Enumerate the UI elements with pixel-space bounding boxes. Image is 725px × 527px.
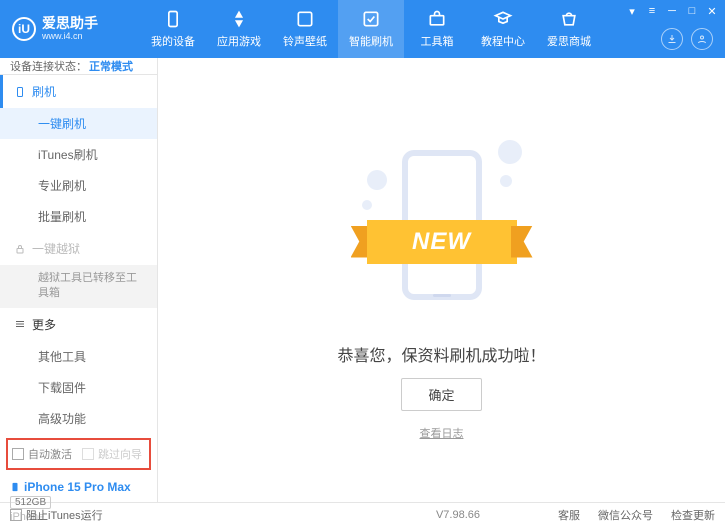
tutorial-icon: [493, 9, 513, 29]
jailbreak-moved-note: 越狱工具已转移至工具箱: [0, 265, 157, 308]
tab-label: 智能刷机: [349, 33, 393, 49]
logo-area: iU 爱思助手 www.i4.cn: [0, 16, 140, 41]
main-content: NEW 恭喜您，保资料刷机成功啦！ 确定 查看日志: [158, 58, 725, 502]
apps-icon: [229, 9, 249, 29]
user-button[interactable]: [691, 28, 713, 50]
success-illustration: NEW: [362, 130, 522, 330]
tab-flash[interactable]: 智能刷机: [338, 0, 404, 58]
grid-icon[interactable]: ≡: [645, 4, 659, 18]
new-ribbon: NEW: [367, 220, 517, 264]
tab-label: 应用游戏: [217, 33, 261, 49]
flash-icon: [361, 9, 381, 29]
phone-icon: [14, 86, 26, 98]
sidebar-item-download-fw[interactable]: 下载固件: [0, 372, 157, 403]
close-icon[interactable]: ✕: [705, 4, 719, 18]
device-icon: [163, 9, 183, 29]
window-controls: ▾ ≡ ─ □ ✕: [625, 4, 719, 18]
device-name[interactable]: iPhone 15 Pro Max: [10, 480, 147, 494]
tab-tutorials[interactable]: 教程中心: [470, 0, 536, 58]
tab-label: 工具箱: [421, 33, 454, 49]
tab-label: 铃声壁纸: [283, 33, 327, 49]
tab-ringtones[interactable]: 铃声壁纸: [272, 0, 338, 58]
status-label: 设备连接状态：: [10, 58, 87, 74]
ok-button[interactable]: 确定: [401, 378, 481, 411]
sidebar-item-oneclick[interactable]: 一键刷机: [0, 108, 157, 139]
wallpaper-icon: [295, 9, 315, 29]
version-label: V7.98.66: [436, 509, 480, 521]
download-icon: [666, 33, 678, 45]
maximize-icon[interactable]: □: [685, 4, 699, 18]
sidebar-item-batch[interactable]: 批量刷机: [0, 201, 157, 232]
tab-toolbox[interactable]: 工具箱: [404, 0, 470, 58]
tab-apps[interactable]: 应用游戏: [206, 0, 272, 58]
nav-tabs: 我的设备 应用游戏 铃声壁纸 智能刷机 工具箱 教程中心 爱思商城: [140, 0, 602, 58]
logo-title: 爱思助手: [42, 16, 98, 31]
checkbox-label: 自动激活: [28, 446, 72, 462]
list-icon: [14, 318, 26, 330]
sidebar-item-itunes[interactable]: iTunes刷机: [0, 139, 157, 170]
sidebar-item-advanced[interactable]: 高级功能: [0, 403, 157, 434]
section-label: 一键越狱: [32, 240, 80, 257]
tab-label: 教程中心: [481, 33, 525, 49]
store-icon: [559, 9, 579, 29]
footer-link-update[interactable]: 检查更新: [671, 507, 715, 523]
lock-icon: [14, 243, 26, 255]
section-flash[interactable]: 刷机: [0, 75, 157, 108]
user-icon: [696, 33, 708, 45]
section-jailbreak: 一键越狱: [0, 232, 157, 265]
skip-wizard-checkbox[interactable]: 跳过向导: [82, 446, 142, 462]
sidebar-item-pro[interactable]: 专业刷机: [0, 170, 157, 201]
device-name-text: iPhone 15 Pro Max: [24, 480, 131, 494]
section-label: 刷机: [32, 83, 56, 100]
sidebar-item-othertools[interactable]: 其他工具: [0, 341, 157, 372]
checkbox-label: 跳过向导: [98, 446, 142, 462]
toolbox-icon: [427, 9, 447, 29]
logo-subtitle: www.i4.cn: [42, 32, 98, 42]
sidebar: 设备连接状态： 正常模式 刷机 一键刷机 iTunes刷机 专业刷机 批量刷机 …: [0, 58, 158, 502]
block-itunes-checkbox[interactable]: 阻止iTunes运行: [10, 507, 103, 523]
tab-label: 爱思商城: [547, 33, 591, 49]
tab-store[interactable]: 爱思商城: [536, 0, 602, 58]
checkbox-label: 阻止iTunes运行: [26, 507, 103, 523]
auto-activate-checkbox[interactable]: 自动激活: [12, 446, 72, 462]
section-more[interactable]: 更多: [0, 308, 157, 341]
status-mode: 正常模式: [89, 58, 133, 74]
minimize-icon[interactable]: ─: [665, 4, 679, 18]
connection-status: 设备连接状态： 正常模式: [0, 58, 157, 75]
logo-icon: iU: [12, 17, 36, 41]
tab-label: 我的设备: [151, 33, 195, 49]
footer-link-wechat[interactable]: 微信公众号: [598, 507, 653, 523]
view-log-link[interactable]: 查看日志: [420, 425, 464, 441]
highlighted-options: 自动激活 跳过向导: [6, 438, 151, 470]
success-message: 恭喜您，保资料刷机成功啦！: [337, 342, 545, 366]
footer-link-support[interactable]: 客服: [558, 507, 580, 523]
download-button[interactable]: [661, 28, 683, 50]
menu-icon[interactable]: ▾: [625, 4, 639, 18]
tab-my-device[interactable]: 我的设备: [140, 0, 206, 58]
app-header: iU 爱思助手 www.i4.cn 我的设备 应用游戏 铃声壁纸 智能刷机 工具…: [0, 0, 725, 58]
phone-small-icon: [10, 480, 20, 494]
section-label: 更多: [32, 316, 56, 333]
